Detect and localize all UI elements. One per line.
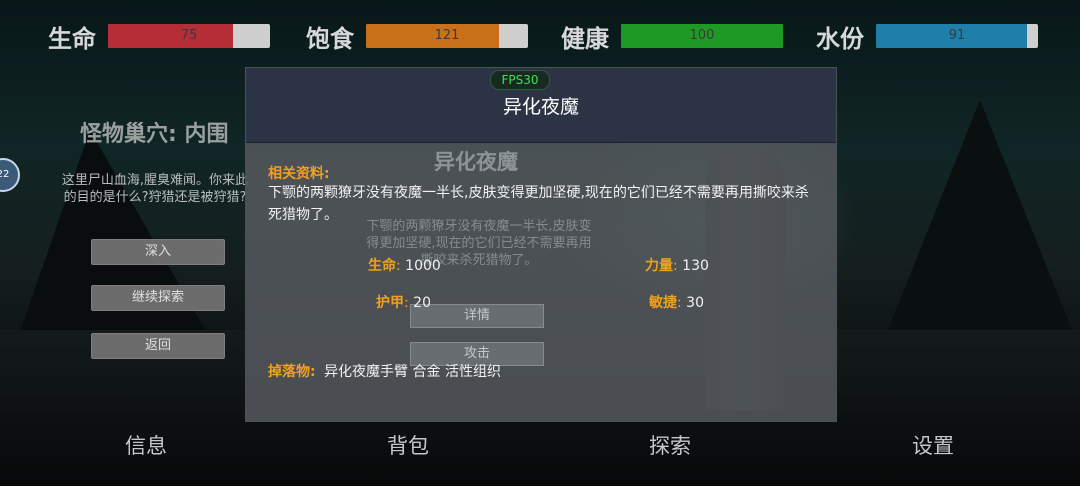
monster-description: 下颚的两颗獠牙没有夜魔一半长,皮肤变得更加坚硬,现在的它们已经不需要再用撕咬来杀… (268, 185, 809, 223)
agility-attr-label: 敏捷 (649, 295, 677, 311)
nav-settings[interactable]: 设置 (873, 430, 993, 460)
dialog-title: 异化夜魔 (502, 96, 579, 118)
life-attr-label: 生命 (368, 258, 396, 274)
food-bar: 121 (366, 24, 528, 48)
strength-attr-value: 130 (682, 258, 709, 274)
nav-info[interactable]: 信息 (86, 430, 206, 460)
food-stat: 饱食 121 (306, 22, 528, 53)
life-attr: 生命: 1000 (368, 258, 441, 274)
water-label: 水份 (816, 24, 864, 53)
return-button[interactable]: 返回 (91, 333, 225, 359)
life-attr-value: 1000 (405, 258, 441, 274)
food-value: 121 (434, 28, 460, 43)
location-description: 这里尸山血海,腥臭难闻。你来此的目的是什么?狩猎还是被狩猎? (61, 173, 249, 205)
armor-attr-value: 20 (413, 295, 431, 311)
fps-counter: FPS30 (490, 70, 550, 90)
dialog-header: FPS30 异化夜魔 (246, 68, 836, 143)
armor-attr: 护甲: 20 (376, 295, 431, 311)
strength-attr-label: 力量 (645, 258, 673, 274)
drops-value: 异化夜魔手臂 合金 活性组织 (324, 364, 501, 380)
food-label: 饱食 (306, 24, 354, 53)
location-title: 怪物巢穴: 内围 (80, 122, 229, 147)
nav-explore[interactable]: 探索 (610, 430, 730, 460)
life-value: 75 (180, 28, 198, 43)
nav-bag[interactable]: 背包 (348, 430, 468, 460)
monster-dialog: FPS30 异化夜魔 异化夜魔 下颚的两颗獠牙没有夜魔一半长,皮肤变得更加坚硬,… (245, 67, 837, 422)
drops-label: 掉落物: (268, 364, 316, 380)
health-bar: 100 (621, 24, 783, 48)
health-label: 健康 (561, 24, 609, 53)
life-label: 生命 (48, 24, 96, 53)
life-bar: 75 (108, 24, 270, 48)
related-info-label: 相关资料: (268, 166, 330, 182)
agility-attr-value: 30 (686, 295, 704, 311)
water-bar: 91 (876, 24, 1038, 48)
water-value: 91 (948, 28, 966, 43)
armor-attr-label: 护甲 (376, 295, 404, 311)
continue-explore-button[interactable]: 继续探索 (91, 285, 225, 311)
health-value: 100 (689, 28, 715, 43)
water-stat: 水份 91 (816, 22, 1038, 53)
go-deeper-button[interactable]: 深入 (91, 239, 225, 265)
life-stat: 生命 75 (48, 22, 270, 53)
drops-row: 掉落物: 异化夜魔手臂 合金 活性组织 (268, 361, 501, 381)
health-stat: 健康 100 (561, 22, 783, 53)
strength-attr: 力量: 130 (645, 258, 709, 274)
agility-attr: 敏捷: 30 (649, 295, 704, 311)
